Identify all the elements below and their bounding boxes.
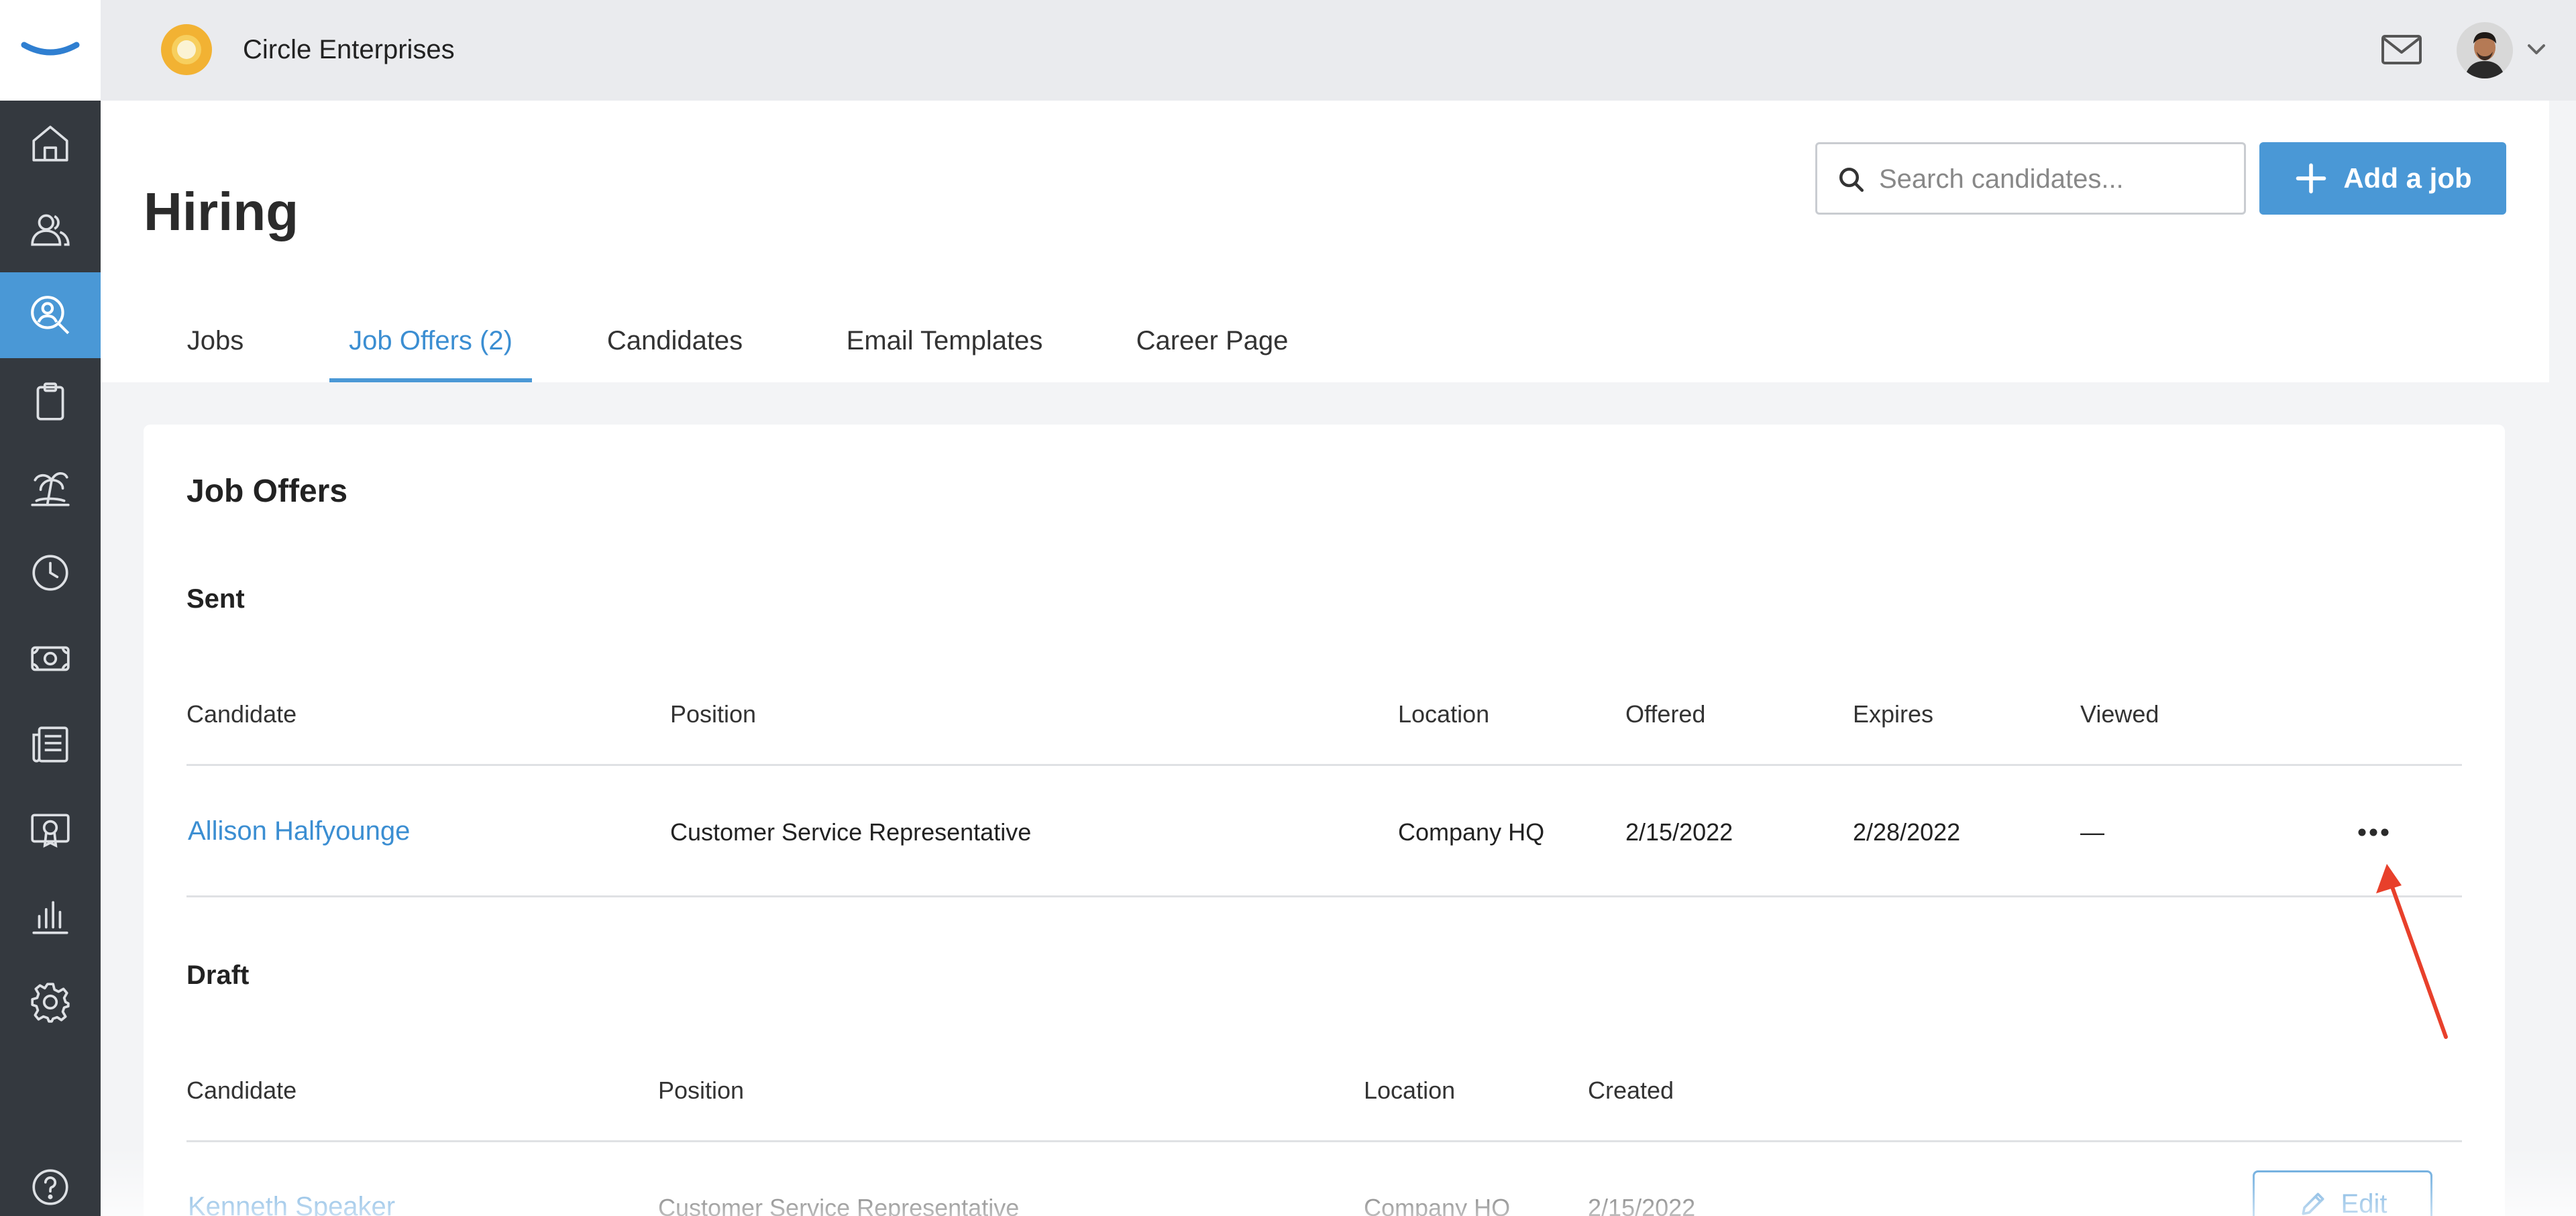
mail-button[interactable]	[2380, 31, 2423, 68]
draft-col-location: Location	[1364, 1076, 1456, 1104]
more-actions-button[interactable]	[2347, 819, 2400, 846]
company-logo-icon	[161, 24, 212, 75]
draft-col-position: Position	[658, 1076, 745, 1104]
draft-col-candidate: Candidate	[186, 1076, 297, 1104]
sent-section-title: Sent	[186, 584, 245, 614]
sent-col-candidate: Candidate	[186, 700, 297, 728]
money-icon	[31, 646, 70, 671]
sent-row-divider	[186, 895, 2462, 897]
edit-label: Edit	[2341, 1189, 2387, 1216]
tab-job-offers[interactable]: Job Offers (2)	[329, 322, 532, 382]
card-title: Job Offers	[186, 474, 348, 509]
offered-date-cell: 2/15/2022	[1625, 818, 1733, 846]
app-logo[interactable]	[0, 0, 101, 101]
sidebar-item-reports[interactable]	[0, 873, 101, 959]
app-logo-icon	[21, 42, 80, 56]
bar-chart-icon	[32, 901, 68, 934]
sent-col-location: Location	[1398, 700, 1490, 728]
sidebar-item-settings[interactable]	[0, 959, 101, 1045]
clock-icon	[32, 555, 68, 591]
plus-icon	[2296, 163, 2326, 194]
tab-email-templates[interactable]: Email Templates	[833, 322, 1056, 382]
search-input[interactable]	[1879, 156, 2228, 202]
draft-section-title: Draft	[186, 960, 250, 990]
documents-icon	[32, 726, 68, 763]
sidebar-item-people[interactable]	[0, 186, 101, 272]
hiring-search-icon	[31, 296, 70, 335]
draft-col-created: Created	[1588, 1076, 1674, 1104]
search-icon	[1839, 167, 1864, 192]
expires-date-cell: 2/28/2022	[1853, 818, 1961, 846]
sidebar-item-help[interactable]	[0, 1144, 101, 1216]
position-cell: Customer Service Representative	[670, 818, 1032, 846]
sidebar-item-home[interactable]	[0, 101, 101, 186]
sidebar	[0, 0, 101, 1216]
chevron-down-icon	[2528, 44, 2545, 54]
avatar[interactable]	[2457, 22, 2513, 78]
clipboard-icon	[36, 382, 64, 421]
sidebar-item-clipboard[interactable]	[0, 358, 101, 444]
sidebar-item-training[interactable]	[0, 787, 101, 873]
location-cell: Company HQ	[1364, 1194, 1511, 1216]
tab-jobs[interactable]: Jobs	[178, 322, 252, 382]
sidebar-item-time[interactable]	[0, 530, 101, 616]
sent-col-position: Position	[670, 700, 757, 728]
draft-header-divider	[186, 1140, 2462, 1142]
sidebar-item-time-off[interactable]	[0, 444, 101, 530]
company-name: Circle Enterprises	[243, 35, 455, 64]
add-job-label: Add a job	[2343, 162, 2472, 194]
palm-tree-icon	[31, 472, 70, 506]
sidebar-item-hiring[interactable]	[0, 272, 101, 358]
sidebar-item-payroll[interactable]	[0, 616, 101, 702]
sidebar-item-documents[interactable]	[0, 702, 101, 787]
more-horizontal-icon	[2358, 828, 2389, 836]
gear-icon	[31, 983, 70, 1023]
sent-header-divider	[186, 764, 2462, 766]
certificate-icon	[31, 814, 70, 848]
edit-button[interactable]: Edit	[2253, 1170, 2432, 1216]
page-title: Hiring	[144, 182, 299, 241]
help-icon	[32, 1169, 68, 1205]
position-cell: Customer Service Representative	[658, 1194, 1020, 1216]
candidate-link[interactable]: Kenneth Speaker	[188, 1191, 395, 1216]
sent-col-expires: Expires	[1853, 700, 1934, 728]
created-date-cell: 2/15/2022	[1588, 1194, 1696, 1216]
page-header: Hiring Add a job Jobs Job Offers (2) Can…	[101, 101, 2549, 382]
candidate-link[interactable]: Allison Halfyounge	[188, 815, 410, 847]
sent-col-offered: Offered	[1625, 700, 1706, 728]
top-bar: Circle Enterprises	[101, 0, 2576, 101]
sent-col-viewed: Viewed	[2080, 700, 2159, 728]
tab-career-page[interactable]: Career Page	[1134, 322, 1291, 382]
people-icon	[31, 214, 70, 246]
search-box	[1815, 142, 2246, 215]
viewed-cell: —	[2080, 818, 2104, 846]
pencil-icon	[2302, 1193, 2324, 1215]
mail-icon	[2381, 35, 2422, 64]
tab-bar: Jobs Job Offers (2) Candidates Email Tem…	[101, 322, 2549, 382]
tab-candidates[interactable]: Candidates	[600, 322, 749, 382]
job-offers-card: Job Offers Sent Candidate Position Locat…	[144, 425, 2505, 1216]
account-menu-toggle[interactable]	[2525, 40, 2548, 59]
add-job-button[interactable]: Add a job	[2259, 142, 2506, 215]
location-cell: Company HQ	[1398, 818, 1545, 846]
avatar-image	[2457, 22, 2513, 78]
home-icon	[32, 125, 68, 162]
